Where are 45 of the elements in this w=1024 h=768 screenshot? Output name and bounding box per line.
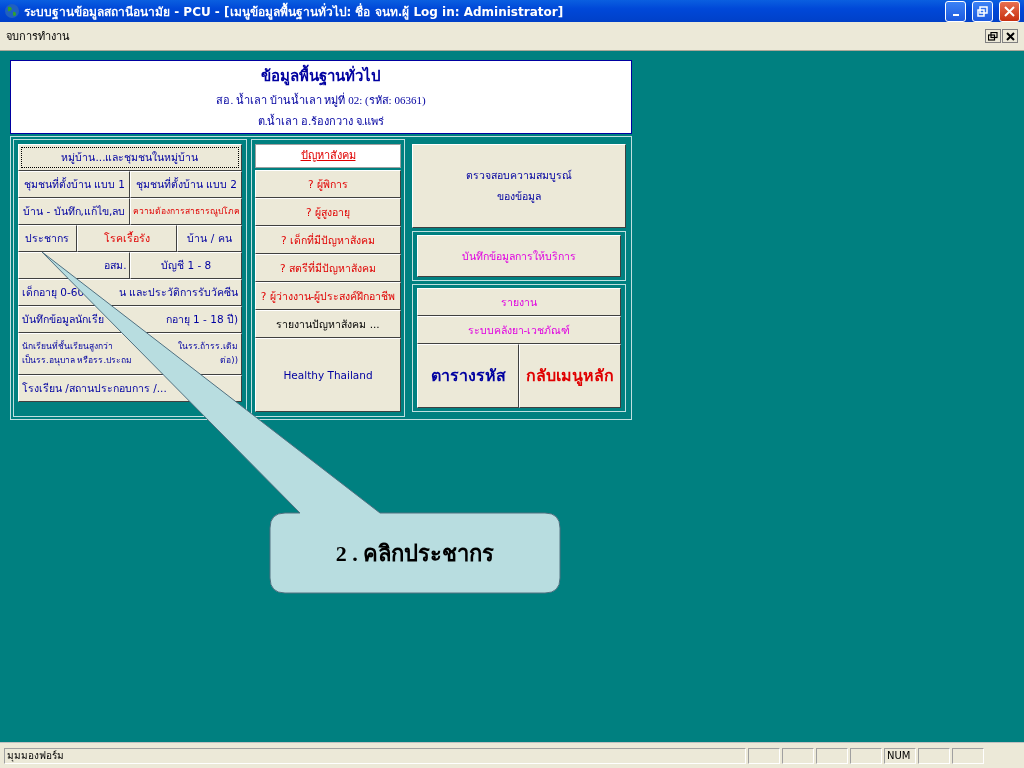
section-title: ปัญหาสังคม	[255, 144, 401, 168]
menu-item[interactable]: จบการทำงาน	[6, 27, 70, 45]
menu-button[interactable]: หมู่บ้าน...และชุมชนในหมู่บ้าน	[18, 144, 242, 171]
status-panel	[850, 747, 882, 764]
restore-button[interactable]	[985, 29, 1001, 43]
menu-button[interactable]: อสม.	[18, 252, 131, 279]
menu-button[interactable]: บ้าน / คน	[177, 225, 242, 252]
status-panel	[918, 747, 950, 764]
menu-button[interactable]: โรคเรื้อรัง	[76, 225, 177, 252]
minimize-button[interactable]	[945, 0, 966, 22]
status-panel	[816, 747, 848, 764]
menu-button[interactable]: Healthy Thailand	[255, 338, 401, 412]
menu-button[interactable]: ตารางรหัส	[417, 344, 519, 408]
check-data-button[interactable]: ตรวจสอบความสมบูรณ์ ของข้อมูล	[412, 144, 626, 228]
close-icon	[1005, 31, 1015, 41]
menu-button[interactable]: ? ผู้พิการ	[255, 170, 401, 198]
callout-text: 2 . คลิกประชากร	[335, 539, 495, 568]
menu-button[interactable]: ? เด็กที่มีปัญหาสังคม	[255, 226, 401, 254]
menu-button[interactable]: ชุมชนที่ตั้งบ้าน แบบ 1	[18, 171, 131, 198]
status-panel	[782, 747, 814, 764]
status-panel	[952, 747, 984, 764]
menu-button[interactable]: บันทึกข้อมูลนักเรีย กอายุ 1 - 18 ปี)	[18, 306, 242, 333]
globe-icon	[4, 3, 20, 19]
menu-button[interactable]: บัญชี 1 - 8	[130, 252, 242, 279]
menu-button[interactable]: ? ผู้ว่างงาน-ผู้ประสงค์ฝึกอาชีพ	[255, 282, 401, 310]
close-icon	[1004, 5, 1015, 17]
header-text: ต.น้ำเลา อ.ร้องกวาง จ.แพร่	[257, 113, 385, 129]
menu-button[interactable]: บ้าน - บันทึก,แก้ไข,ลบ	[18, 198, 131, 225]
header-title: ข้อมูลพื้นฐานทั่วไป	[261, 64, 381, 88]
status-indicator: NUM	[884, 747, 916, 764]
restore-icon	[988, 31, 998, 41]
window-title: ระบบฐานข้อมูลสถานีอนามัย - PCU - [เมนูข้อมูลพื้นฐานทั่วไป: ชื่อ จนท.ผู้ Log in: Administrator]	[24, 1, 565, 21]
menu-button[interactable]: รายงานปัญหาสังคม ...	[255, 310, 401, 338]
header-text: สอ. น้ำเลา บ้านน้ำเลา หมู่ที่ 02: (รหัส: 06361)	[216, 91, 426, 109]
menu-button[interactable]: ? ผู้สูงอายุ	[255, 198, 401, 226]
close-button[interactable]	[1002, 29, 1018, 43]
minimize-icon	[952, 14, 959, 16]
menu-button[interactable]: ? สตรีที่มีปัญหาสังคม	[255, 254, 401, 282]
menu-button[interactable]: ประชากร	[18, 225, 77, 252]
status-text: มุมมองฟอร์ม	[4, 747, 746, 764]
menu-button[interactable]: กลับเมนูหลัก	[519, 344, 621, 408]
menu-button[interactable]: ความต้องการสาธารณูปโภค	[130, 198, 242, 225]
status-panel	[748, 747, 780, 764]
menu-button[interactable]: ชุมชนที่ตั้งบ้าน แบบ 2	[130, 171, 242, 198]
restore-icon	[977, 5, 988, 17]
